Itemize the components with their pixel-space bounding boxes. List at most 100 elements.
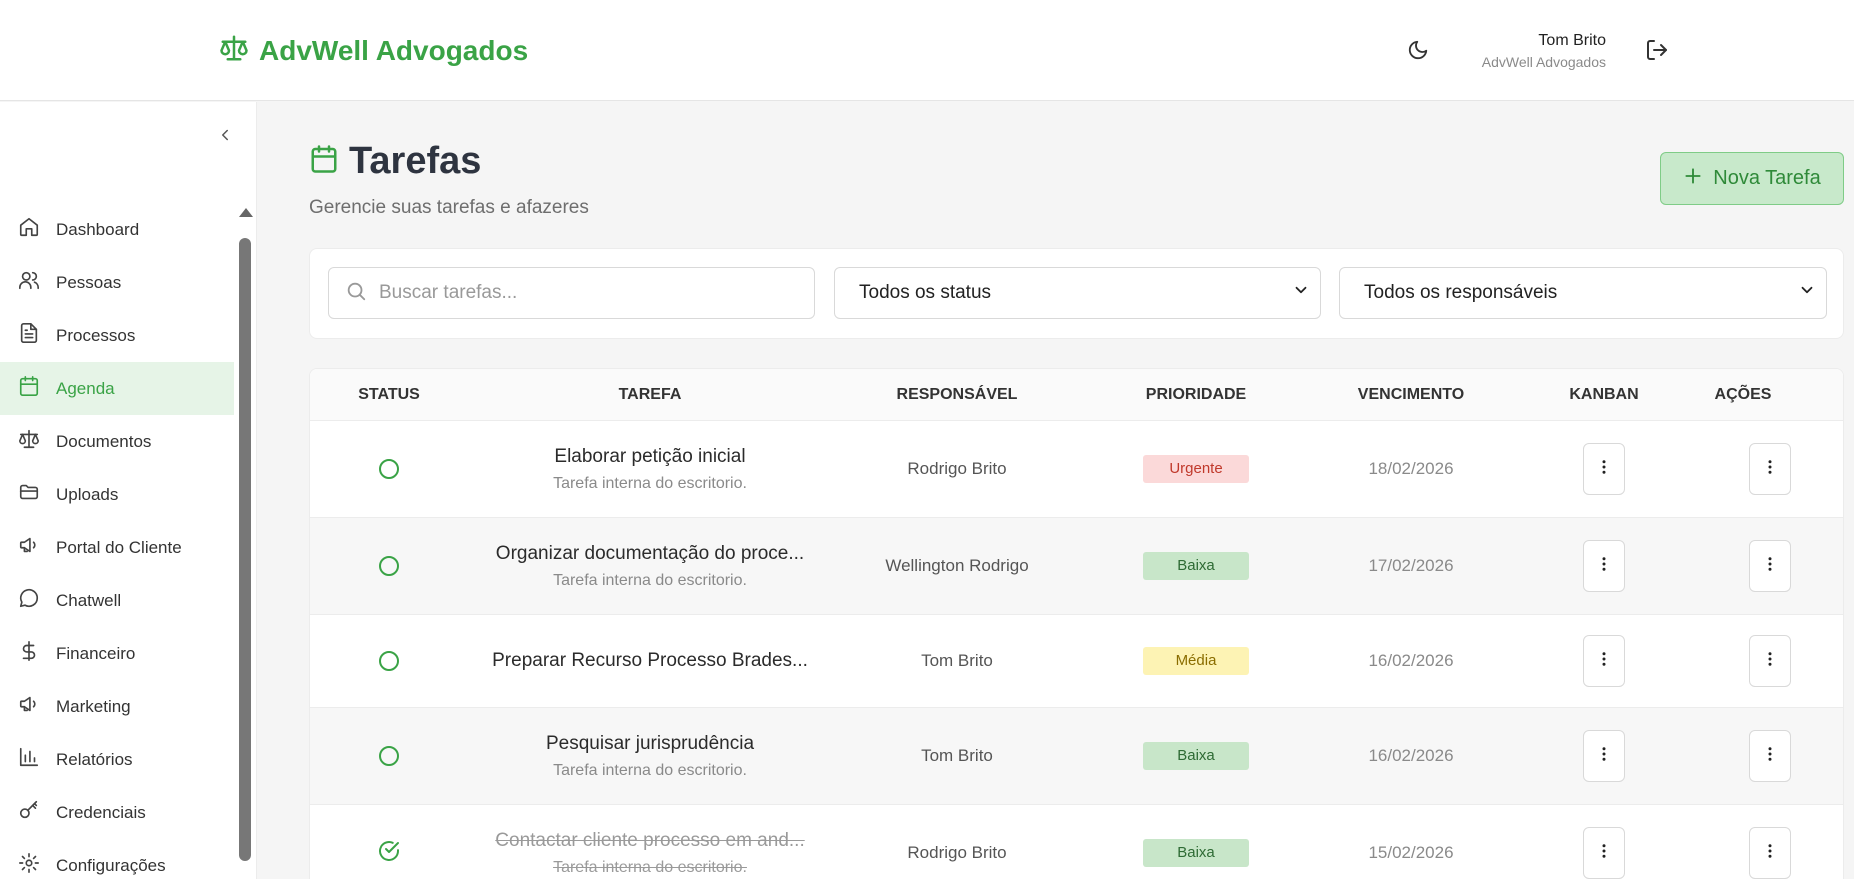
table-row[interactable]: Elaborar petição inicial Tarefa interna …: [310, 421, 1843, 518]
logout-icon: [1645, 38, 1669, 67]
sidebar-item-label: Pessoas: [56, 272, 122, 292]
sidebar-item-portal-do-cliente[interactable]: Portal do Cliente: [0, 521, 234, 574]
theme-toggle-button[interactable]: [1402, 37, 1434, 67]
actions-menu-button[interactable]: [1749, 443, 1791, 495]
more-vertical-icon: [1595, 555, 1613, 578]
sidebar-item-chatwell[interactable]: Chatwell: [0, 574, 234, 627]
bar-chart-icon: [18, 746, 40, 773]
kanban-menu-button[interactable]: [1583, 540, 1625, 592]
column-header-kanban: KANBAN: [1569, 386, 1639, 403]
task-description: Tarefa interna do escritorio.: [553, 571, 747, 589]
kanban-menu-button[interactable]: [1583, 730, 1625, 782]
kanban-menu-button[interactable]: [1583, 443, 1625, 495]
task-title[interactable]: Elaborar petição inicial: [554, 446, 745, 468]
responsible-name: Tom Brito: [921, 746, 993, 765]
table-row[interactable]: Contactar cliente processo em and... Tar…: [310, 805, 1843, 879]
responsible-name: Rodrigo Brito: [907, 459, 1007, 478]
sidebar-nav: Dashboard Pessoas Processos Agenda Docum…: [0, 203, 234, 879]
task-title[interactable]: Contactar cliente processo em and...: [495, 830, 804, 852]
sidebar-item-label: Uploads: [56, 484, 119, 504]
task-description: Tarefa interna do escritorio.: [553, 474, 747, 492]
column-header-due[interactable]: VENCIMENTO: [1310, 369, 1512, 421]
table-header: STATUS TAREFA RESPONSÁVEL PRIORIDADE VEN…: [310, 369, 1843, 421]
scroll-up-arrow-icon[interactable]: [239, 208, 253, 217]
sidebar-item-agenda[interactable]: Agenda: [0, 362, 234, 415]
responsible-name: Tom Brito: [921, 651, 993, 670]
users-icon: [18, 269, 40, 296]
filters-panel: Todos os status Todos os responsáveis: [309, 248, 1844, 339]
gear-icon: [18, 852, 40, 879]
sidebar-item-label: Financeiro: [56, 643, 136, 663]
sidebar-item-credenciais[interactable]: Credenciais: [0, 786, 234, 839]
scale-icon: [219, 33, 249, 68]
more-vertical-icon: [1761, 650, 1779, 673]
column-header-responsible[interactable]: RESPONSÁVEL: [832, 369, 1082, 421]
calendar-icon: [309, 144, 339, 179]
status-filter-select[interactable]: Todos os status: [834, 267, 1321, 319]
sidebar-item-relatorios[interactable]: Relatórios: [0, 733, 234, 786]
status-toggle[interactable]: [379, 651, 399, 671]
logout-button[interactable]: [1642, 37, 1672, 67]
status-toggle[interactable]: [379, 459, 399, 479]
column-header-priority[interactable]: PRIORIDADE: [1082, 369, 1310, 421]
task-title[interactable]: Organizar documentação do proce...: [496, 543, 804, 565]
due-date: 16/02/2026: [1368, 746, 1454, 765]
sidebar-item-pessoas[interactable]: Pessoas: [0, 256, 234, 309]
status-toggle[interactable]: [379, 746, 399, 766]
actions-menu-button[interactable]: [1749, 635, 1791, 687]
more-vertical-icon: [1595, 745, 1613, 768]
megaphone-icon: [18, 693, 40, 720]
priority-badge: Média: [1143, 647, 1249, 675]
collapse-sidebar-button[interactable]: [214, 126, 236, 148]
sidebar-item-dashboard[interactable]: Dashboard: [0, 203, 234, 256]
sidebar-item-configuracoes[interactable]: Configurações: [0, 839, 234, 879]
responsible-name: Rodrigo Brito: [907, 843, 1007, 862]
sidebar-item-label: Relatórios: [56, 749, 133, 769]
sidebar-item-marketing[interactable]: Marketing: [0, 680, 234, 733]
scrollbar-thumb[interactable]: [239, 238, 251, 861]
priority-badge: Baixa: [1143, 839, 1249, 867]
page-subtitle: Gerencie suas tarefas e afazeres: [309, 197, 589, 218]
sidebar: Dashboard Pessoas Processos Agenda Docum…: [0, 102, 257, 879]
table-row[interactable]: Preparar Recurso Processo Brades... Tom …: [310, 615, 1843, 708]
sidebar-scrollbar[interactable]: [238, 208, 253, 879]
kanban-menu-button[interactable]: [1583, 827, 1625, 879]
brand[interactable]: AdvWell Advogados: [219, 33, 528, 68]
file-icon: [18, 322, 40, 349]
actions-menu-button[interactable]: [1749, 827, 1791, 879]
priority-badge: Urgente: [1143, 455, 1249, 483]
column-header-task[interactable]: TAREFA: [468, 369, 832, 421]
new-task-button[interactable]: Nova Tarefa: [1660, 152, 1844, 205]
sidebar-item-label: Agenda: [56, 378, 115, 398]
task-description: Tarefa interna do escritorio.: [553, 761, 747, 779]
table-row[interactable]: Pesquisar jurisprudência Tarefa interna …: [310, 708, 1843, 805]
search-field[interactable]: [328, 267, 815, 319]
column-header-status[interactable]: STATUS: [310, 369, 468, 421]
chat-icon: [18, 587, 40, 614]
new-task-label: Nova Tarefa: [1713, 167, 1821, 189]
sidebar-item-uploads[interactable]: Uploads: [0, 468, 234, 521]
sidebar-item-processos[interactable]: Processos: [0, 309, 234, 362]
task-title[interactable]: Preparar Recurso Processo Brades...: [492, 650, 808, 672]
chevron-left-icon: [216, 126, 234, 149]
table-row[interactable]: Organizar documentação do proce... Taref…: [310, 518, 1843, 615]
sidebar-item-financeiro[interactable]: Financeiro: [0, 627, 234, 680]
search-icon: [345, 280, 367, 307]
search-input[interactable]: [379, 282, 779, 304]
kanban-menu-button[interactable]: [1583, 635, 1625, 687]
actions-menu-button[interactable]: [1749, 540, 1791, 592]
due-date: 15/02/2026: [1368, 843, 1454, 862]
status-toggle[interactable]: [379, 556, 399, 576]
check-circle-icon[interactable]: [377, 839, 401, 868]
responsible-name: Wellington Rodrigo: [885, 556, 1029, 575]
tasks-table: STATUS TAREFA RESPONSÁVEL PRIORIDADE VEN…: [309, 368, 1844, 879]
sidebar-item-documentos[interactable]: Documentos: [0, 415, 234, 468]
brand-name: AdvWell Advogados: [259, 34, 529, 66]
chevron-down-icon: [1292, 281, 1310, 305]
task-title[interactable]: Pesquisar jurisprudência: [546, 733, 754, 755]
actions-menu-button[interactable]: [1749, 730, 1791, 782]
more-vertical-icon: [1761, 745, 1779, 768]
sidebar-item-label: Credenciais: [56, 802, 146, 822]
more-vertical-icon: [1595, 650, 1613, 673]
responsible-filter-select[interactable]: Todos os responsáveis: [1339, 267, 1827, 319]
